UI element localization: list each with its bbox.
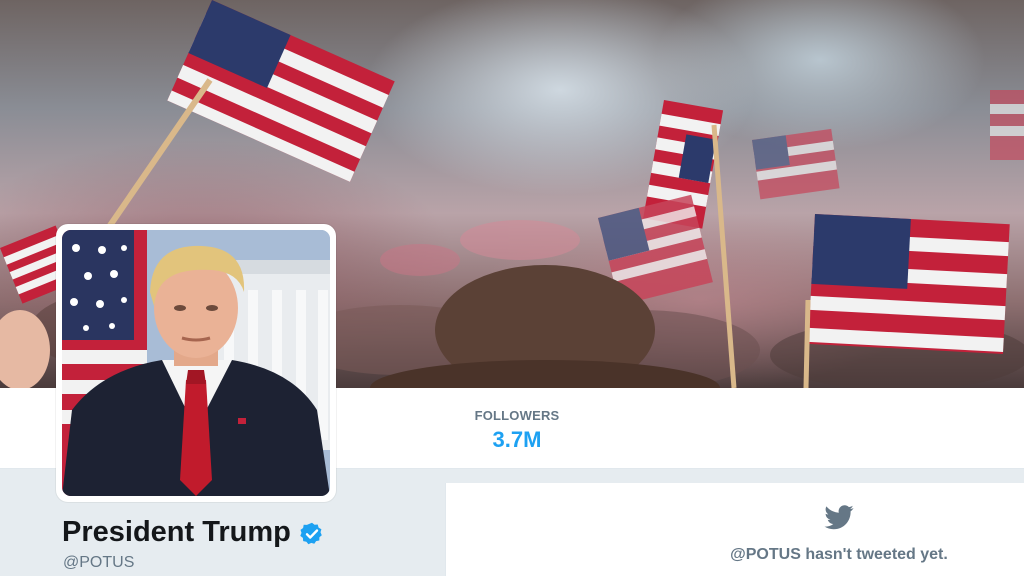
avatar-image	[62, 230, 330, 496]
followers-label: FOLLOWERS	[474, 408, 560, 423]
profile-handle[interactable]: @POTUS	[63, 554, 134, 572]
timeline: @POTUS hasn't tweeted yet.	[445, 483, 1024, 576]
followers-stat[interactable]: FOLLOWERS 3.7M	[462, 408, 572, 453]
verified-badge-icon	[300, 522, 322, 545]
empty-timeline-message: @POTUS hasn't tweeted yet.	[730, 546, 948, 563]
followers-count: 3.7M	[492, 427, 542, 452]
avatar-portrait	[62, 230, 330, 496]
avatar[interactable]	[56, 224, 336, 502]
profile-name: President Trump	[62, 516, 291, 548]
twitter-bird-icon	[824, 505, 854, 530]
